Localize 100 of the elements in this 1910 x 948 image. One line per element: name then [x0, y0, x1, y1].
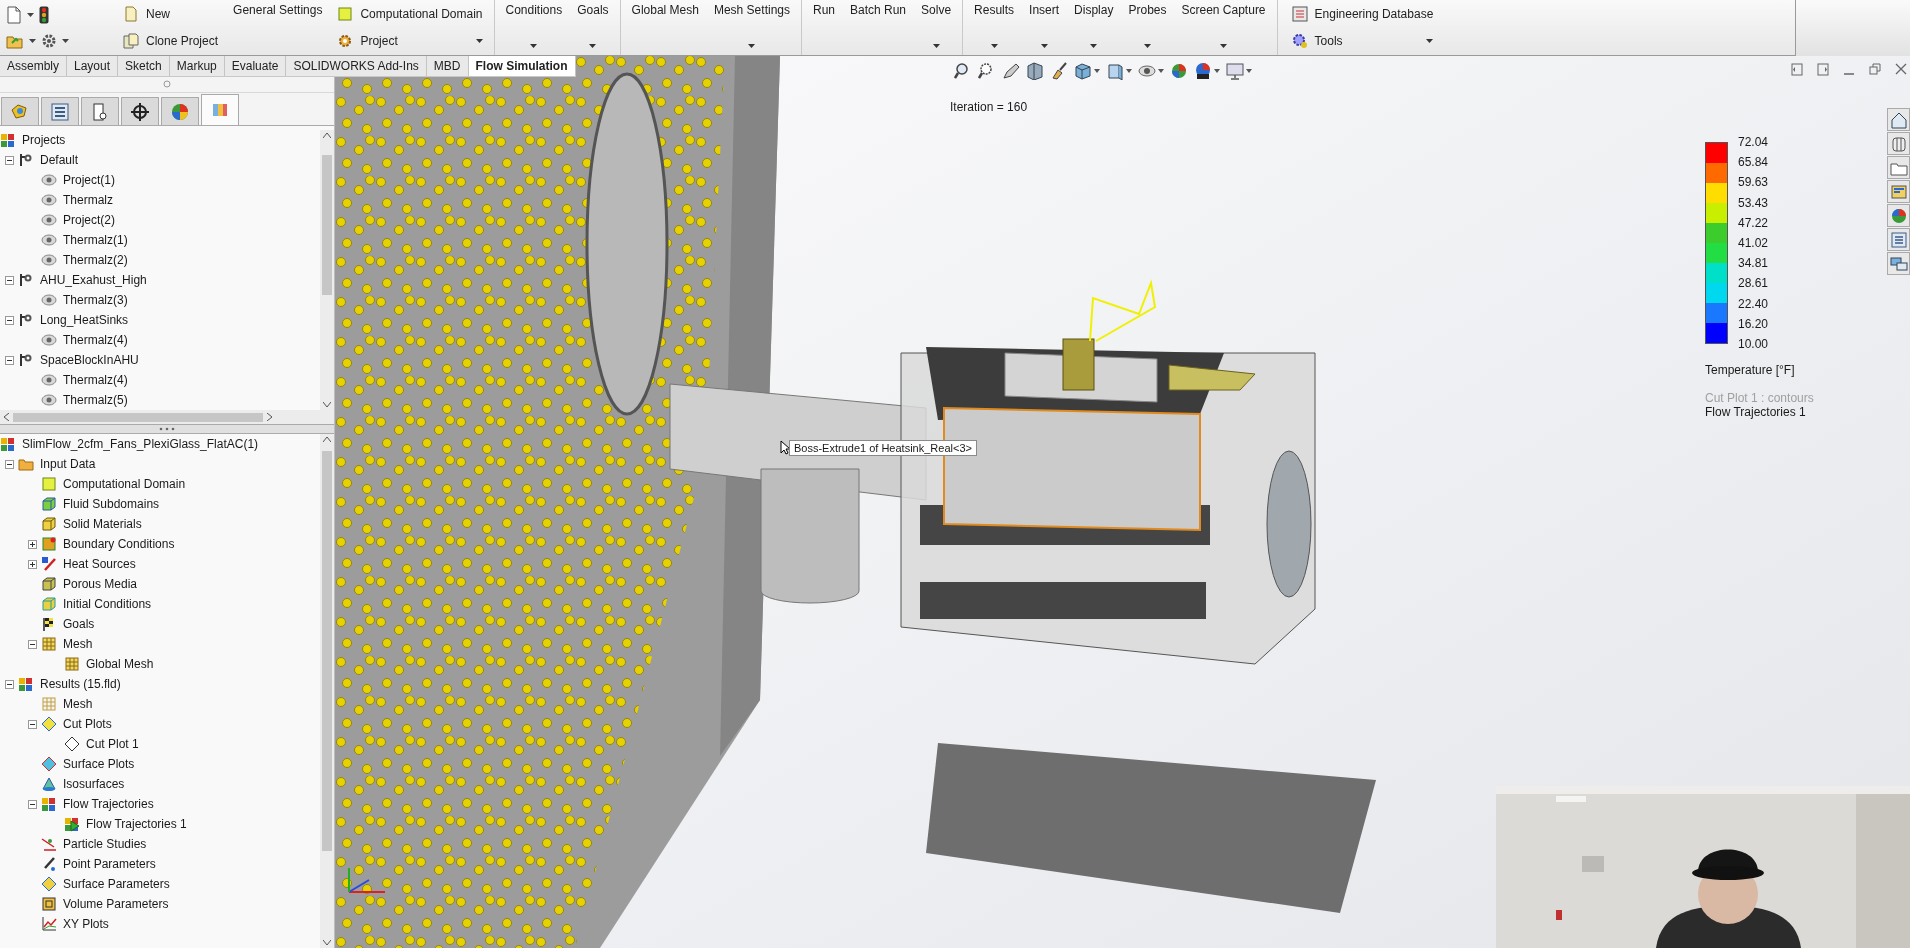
scroll-up-icon[interactable] [323, 133, 331, 138]
scrollbar-thumb[interactable] [322, 451, 332, 851]
ribbon-button[interactable]: Goals [575, 1, 611, 54]
new-document-icon[interactable] [6, 6, 22, 25]
tree-item[interactable]: Thermalz(3) [62, 292, 129, 308]
tree-item[interactable]: Flow Trajectories 1 [85, 816, 188, 832]
gear-icon [337, 33, 354, 50]
ribbon-button[interactable]: Batch Run [848, 1, 909, 54]
eye-icon [41, 192, 57, 208]
tree-item[interactable]: Long_HeatSinks [39, 312, 130, 328]
panel-tab[interactable] [41, 97, 79, 125]
tree-item[interactable]: Mesh [62, 636, 94, 652]
tree-item[interactable]: Default [39, 152, 80, 168]
ribbon-button[interactable]: Probes [1126, 1, 1169, 54]
collapse-toggle[interactable] [4, 155, 14, 165]
tree-item[interactable]: Project(2) [62, 212, 116, 228]
caret-icon[interactable] [27, 13, 34, 18]
collapse-toggle[interactable] [4, 315, 14, 325]
tree-item[interactable]: SlimFlow_2cfm_Fans_PlexiGlass_FlatAC(1) [21, 436, 260, 452]
eye-icon [41, 212, 57, 228]
scrollbar[interactable] [0, 410, 334, 424]
ribbon-button[interactable]: Results [972, 1, 1017, 54]
collapse-toggle[interactable] [4, 275, 14, 285]
scroll-down-icon[interactable] [323, 940, 331, 945]
tree-item[interactable]: Cut Plots [62, 716, 113, 732]
tree-item[interactable]: Projects [21, 132, 67, 148]
tree-item[interactable]: Global Mesh [85, 656, 155, 672]
squares-icon [0, 436, 16, 452]
panel-tab[interactable] [121, 97, 159, 125]
grid-icon [64, 656, 80, 672]
cube-icon [41, 596, 57, 612]
scrollbar-thumb[interactable] [322, 155, 332, 295]
configuration-icon [18, 312, 34, 328]
tree-item[interactable]: Cut Plot 1 [85, 736, 140, 752]
tree-item[interactable]: Fluid Subdomains [62, 496, 161, 512]
ribbon-button[interactable]: Solve [919, 1, 954, 54]
ribbon-button[interactable]: Conditions [503, 1, 565, 54]
eye-icon [41, 392, 57, 408]
tree-item[interactable]: Input Data [39, 456, 97, 472]
scroll-right-icon[interactable] [267, 413, 272, 421]
scroll-down-icon[interactable] [323, 402, 331, 407]
tree-item[interactable]: Flow Trajectories [62, 796, 155, 812]
ribbon-button[interactable]: Project [335, 33, 485, 50]
tree-item[interactable]: Particle Studies [62, 836, 148, 852]
tree-item[interactable]: Thermalz [62, 192, 114, 208]
traffic-light-icon[interactable] [39, 6, 49, 25]
collapse-toggle[interactable] [27, 639, 37, 649]
tree-item[interactable]: Surface Plots [62, 756, 136, 772]
tree-item[interactable]: Initial Conditions [62, 596, 153, 612]
expand-toggle[interactable] [27, 539, 37, 549]
ribbon-button[interactable]: Run [811, 1, 837, 54]
ribbon-button[interactable]: New [121, 5, 221, 22]
tree-item[interactable]: Surface Parameters [62, 876, 171, 892]
ribbon-button[interactable]: Clone Project [121, 33, 221, 50]
tree-item[interactable]: Volume Parameters [62, 896, 170, 912]
tree-item[interactable]: Thermalz(4) [62, 332, 129, 348]
collapse-toggle[interactable] [27, 799, 37, 809]
ribbon-button[interactable]: Screen Capture [1179, 1, 1268, 54]
collapse-toggle[interactable] [27, 719, 37, 729]
scrollbar[interactable] [320, 130, 334, 410]
grip-icon[interactable] [163, 80, 171, 88]
grip-icon[interactable] [159, 427, 175, 431]
tree-item[interactable]: Thermalz(5) [62, 392, 129, 408]
ribbon-button[interactable]: Display [1072, 1, 1116, 54]
expand-toggle[interactable] [27, 559, 37, 569]
tree-item[interactable]: Boundary Conditions [62, 536, 176, 552]
scrollbar[interactable] [320, 434, 334, 948]
tree-item[interactable]: Goals [62, 616, 96, 632]
caret-icon[interactable] [62, 38, 69, 43]
tree-item[interactable]: Porous Media [62, 576, 139, 592]
tree-item[interactable]: AHU_Exahust_High [39, 272, 148, 288]
tree-item[interactable]: Solid Materials [62, 516, 143, 532]
ribbon-button[interactable]: Mesh Settings [711, 1, 792, 54]
tree-item[interactable]: Project(1) [62, 172, 116, 188]
diamond-icon [41, 756, 57, 772]
scrollbar-thumb[interactable] [13, 412, 263, 422]
tree-item[interactable]: Mesh [62, 696, 94, 712]
ribbon-button[interactable]: Global Mesh [629, 1, 701, 54]
ribbon-button[interactable]: Tools [1289, 33, 1436, 50]
ribbon-button[interactable]: Computational Domain [335, 5, 485, 22]
tree-item[interactable]: Thermalz(1) [62, 232, 129, 248]
caret-icon[interactable] [29, 38, 36, 43]
ribbon-button[interactable]: Engineering Database [1289, 5, 1436, 22]
scroll-up-icon[interactable] [323, 437, 331, 442]
collapse-toggle[interactable] [4, 679, 14, 689]
settings-icon[interactable] [41, 32, 57, 49]
scroll-left-icon[interactable] [4, 413, 9, 421]
tree-item[interactable]: Thermalz(4) [62, 372, 129, 388]
tree-item[interactable]: Isosurfaces [62, 776, 126, 792]
ribbon-button[interactable]: Insert [1027, 1, 1062, 54]
collapse-toggle[interactable] [4, 459, 14, 469]
ribbon-button[interactable]: General Settings [231, 1, 325, 54]
tree-item[interactable]: Thermalz(2) [62, 252, 129, 268]
tree-item[interactable]: Heat Sources [62, 556, 137, 572]
tree-item[interactable]: SpaceBlockInAHU [39, 352, 140, 368]
tree-item[interactable]: XY Plots [62, 916, 110, 932]
collapse-toggle[interactable] [4, 355, 14, 365]
tree-item[interactable]: Point Parameters [62, 856, 157, 872]
tree-item[interactable]: Computational Domain [62, 476, 187, 492]
tree-item[interactable]: Results (15.fld) [39, 676, 122, 692]
